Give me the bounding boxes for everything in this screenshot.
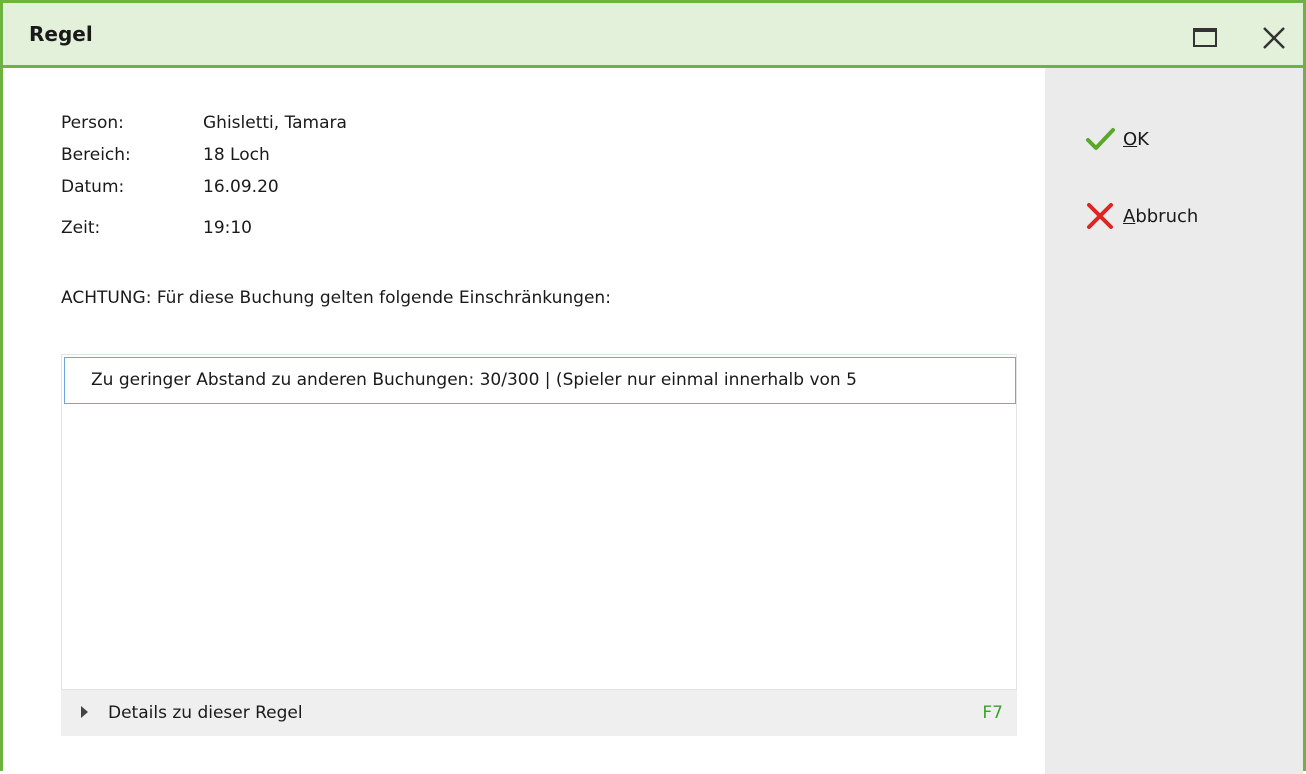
info-row-area: Bereich: 18 Loch	[61, 145, 461, 167]
details-expander[interactable]: Details zu dieser Regel F7	[61, 690, 1017, 736]
close-button[interactable]	[1255, 21, 1291, 57]
rule-dialog-window: Regel Person: Ghisletti, Tamara Bereich:…	[0, 0, 1306, 774]
restriction-list[interactable]: Zu geringer Abstand zu anderen Buchungen…	[61, 354, 1017, 690]
ok-label-accel: O	[1123, 128, 1138, 150]
person-value: Ghisletti, Tamara	[203, 113, 347, 133]
restriction-warning: ACHTUNG: Für diese Buchung gelten folgen…	[61, 288, 611, 308]
details-shortcut: F7	[982, 703, 1003, 723]
ok-label: K	[1137, 128, 1149, 150]
info-row-person: Person: Ghisletti, Tamara	[61, 113, 461, 135]
date-label: Datum:	[61, 177, 125, 197]
close-icon	[1263, 27, 1285, 49]
details-label: Details zu dieser Regel	[108, 703, 303, 723]
restriction-item[interactable]: Zu geringer Abstand zu anderen Buchungen…	[64, 357, 1016, 404]
cancel-label-accel: A	[1123, 205, 1136, 227]
maximize-icon	[1193, 28, 1217, 47]
date-value: 16.09.20	[203, 177, 279, 197]
info-row-date: Datum: 16.09.20	[61, 177, 461, 199]
person-label: Person:	[61, 113, 124, 133]
cancel-label: bbruch	[1135, 205, 1199, 227]
info-row-time: Zeit: 19:10	[61, 218, 461, 240]
ok-button[interactable]: OK	[1083, 122, 1149, 156]
window-title: Regel	[29, 22, 93, 46]
triangle-right-icon	[81, 706, 88, 718]
x-icon	[1087, 203, 1113, 229]
title-bar: Regel	[3, 3, 1303, 68]
action-sidebar: OK Abbruch	[1045, 68, 1303, 774]
cancel-button[interactable]: Abbruch	[1083, 199, 1198, 233]
area-value: 18 Loch	[203, 145, 270, 165]
area-label: Bereich:	[61, 145, 131, 165]
maximize-button[interactable]	[1191, 25, 1221, 51]
checkmark-icon	[1086, 128, 1115, 150]
time-value: 19:10	[203, 218, 252, 238]
time-label: Zeit:	[61, 218, 101, 238]
